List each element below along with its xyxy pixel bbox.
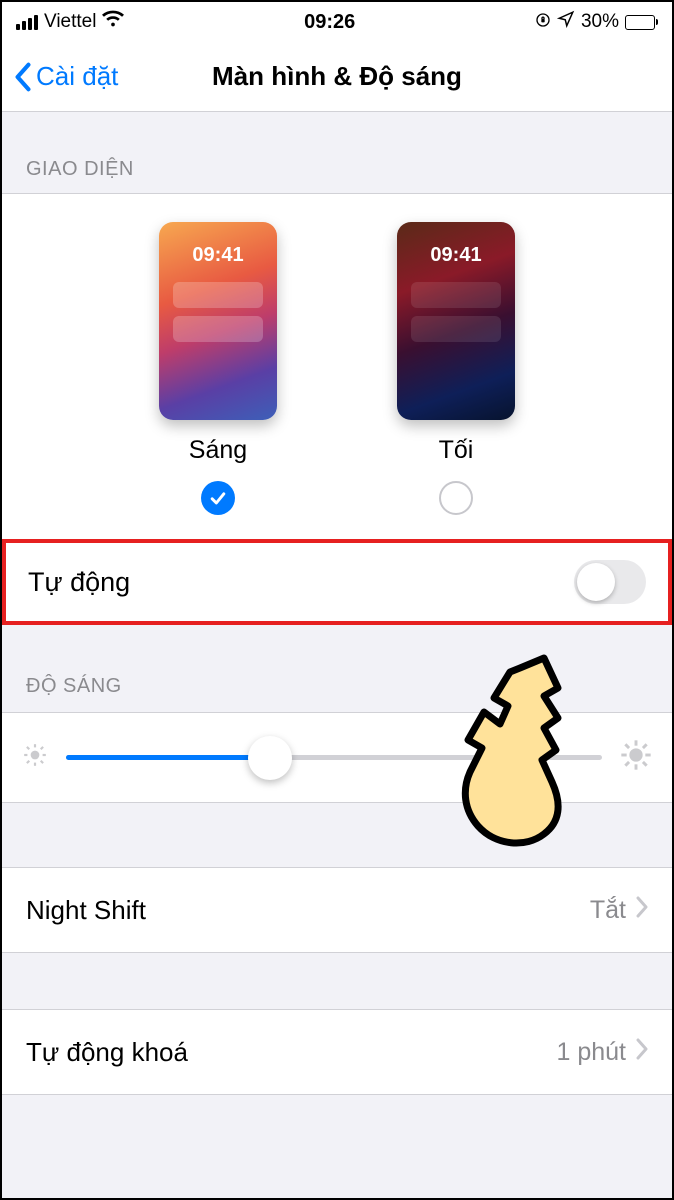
cellular-signal-icon: [16, 14, 38, 30]
preview-time: 09:41: [159, 244, 277, 267]
status-time: 09:26: [304, 11, 355, 34]
auto-lock-row[interactable]: Tự động khoá 1 phút: [2, 1009, 672, 1095]
status-bar: Viettel 09:26 30%: [2, 2, 672, 42]
light-mode-preview: 09:41: [159, 222, 277, 420]
chevron-right-icon: [636, 1038, 648, 1067]
battery-percent: 30%: [581, 11, 619, 33]
carrier-name: Viettel: [44, 11, 96, 33]
auto-toggle[interactable]: [574, 560, 646, 604]
auto-lock-label: Tự động khoá: [26, 1037, 188, 1068]
preview-time: 09:41: [397, 244, 515, 267]
auto-label: Tự động: [28, 567, 130, 598]
dark-mode-preview: 09:41: [397, 222, 515, 420]
rotation-lock-icon: [535, 11, 551, 34]
auto-lock-value: 1 phút: [556, 1038, 626, 1067]
page-title: Màn hình & Độ sáng: [212, 61, 462, 92]
night-shift-label: Night Shift: [26, 895, 146, 926]
dark-mode-label: Tối: [439, 436, 474, 465]
sun-low-icon: [22, 742, 48, 773]
light-mode-radio-checked[interactable]: [201, 481, 235, 515]
appearance-mode-dark[interactable]: 09:41 Tối: [397, 222, 515, 515]
auto-appearance-row[interactable]: Tự động: [2, 539, 672, 625]
pointer-hand-icon: [448, 654, 618, 854]
night-shift-value: Tắt: [590, 896, 626, 925]
appearance-section-header: GIAO DIỆN: [2, 112, 672, 193]
night-shift-row[interactable]: Night Shift Tắt: [2, 867, 672, 953]
battery-icon: [625, 15, 658, 30]
back-button[interactable]: Cài đặt: [14, 61, 118, 92]
wifi-icon: [102, 8, 124, 36]
appearance-mode-light[interactable]: 09:41 Sáng: [159, 222, 277, 515]
sun-high-icon: [620, 739, 652, 776]
nav-header: Cài đặt Màn hình & Độ sáng: [2, 42, 672, 112]
brightness-slider-thumb[interactable]: [248, 736, 292, 780]
dark-mode-radio-unchecked[interactable]: [439, 481, 473, 515]
light-mode-label: Sáng: [189, 436, 247, 465]
location-icon: [557, 10, 575, 34]
back-label: Cài đặt: [36, 61, 118, 92]
chevron-right-icon: [636, 896, 648, 925]
appearance-panel: 09:41 Sáng 09:41 Tối: [2, 193, 672, 539]
